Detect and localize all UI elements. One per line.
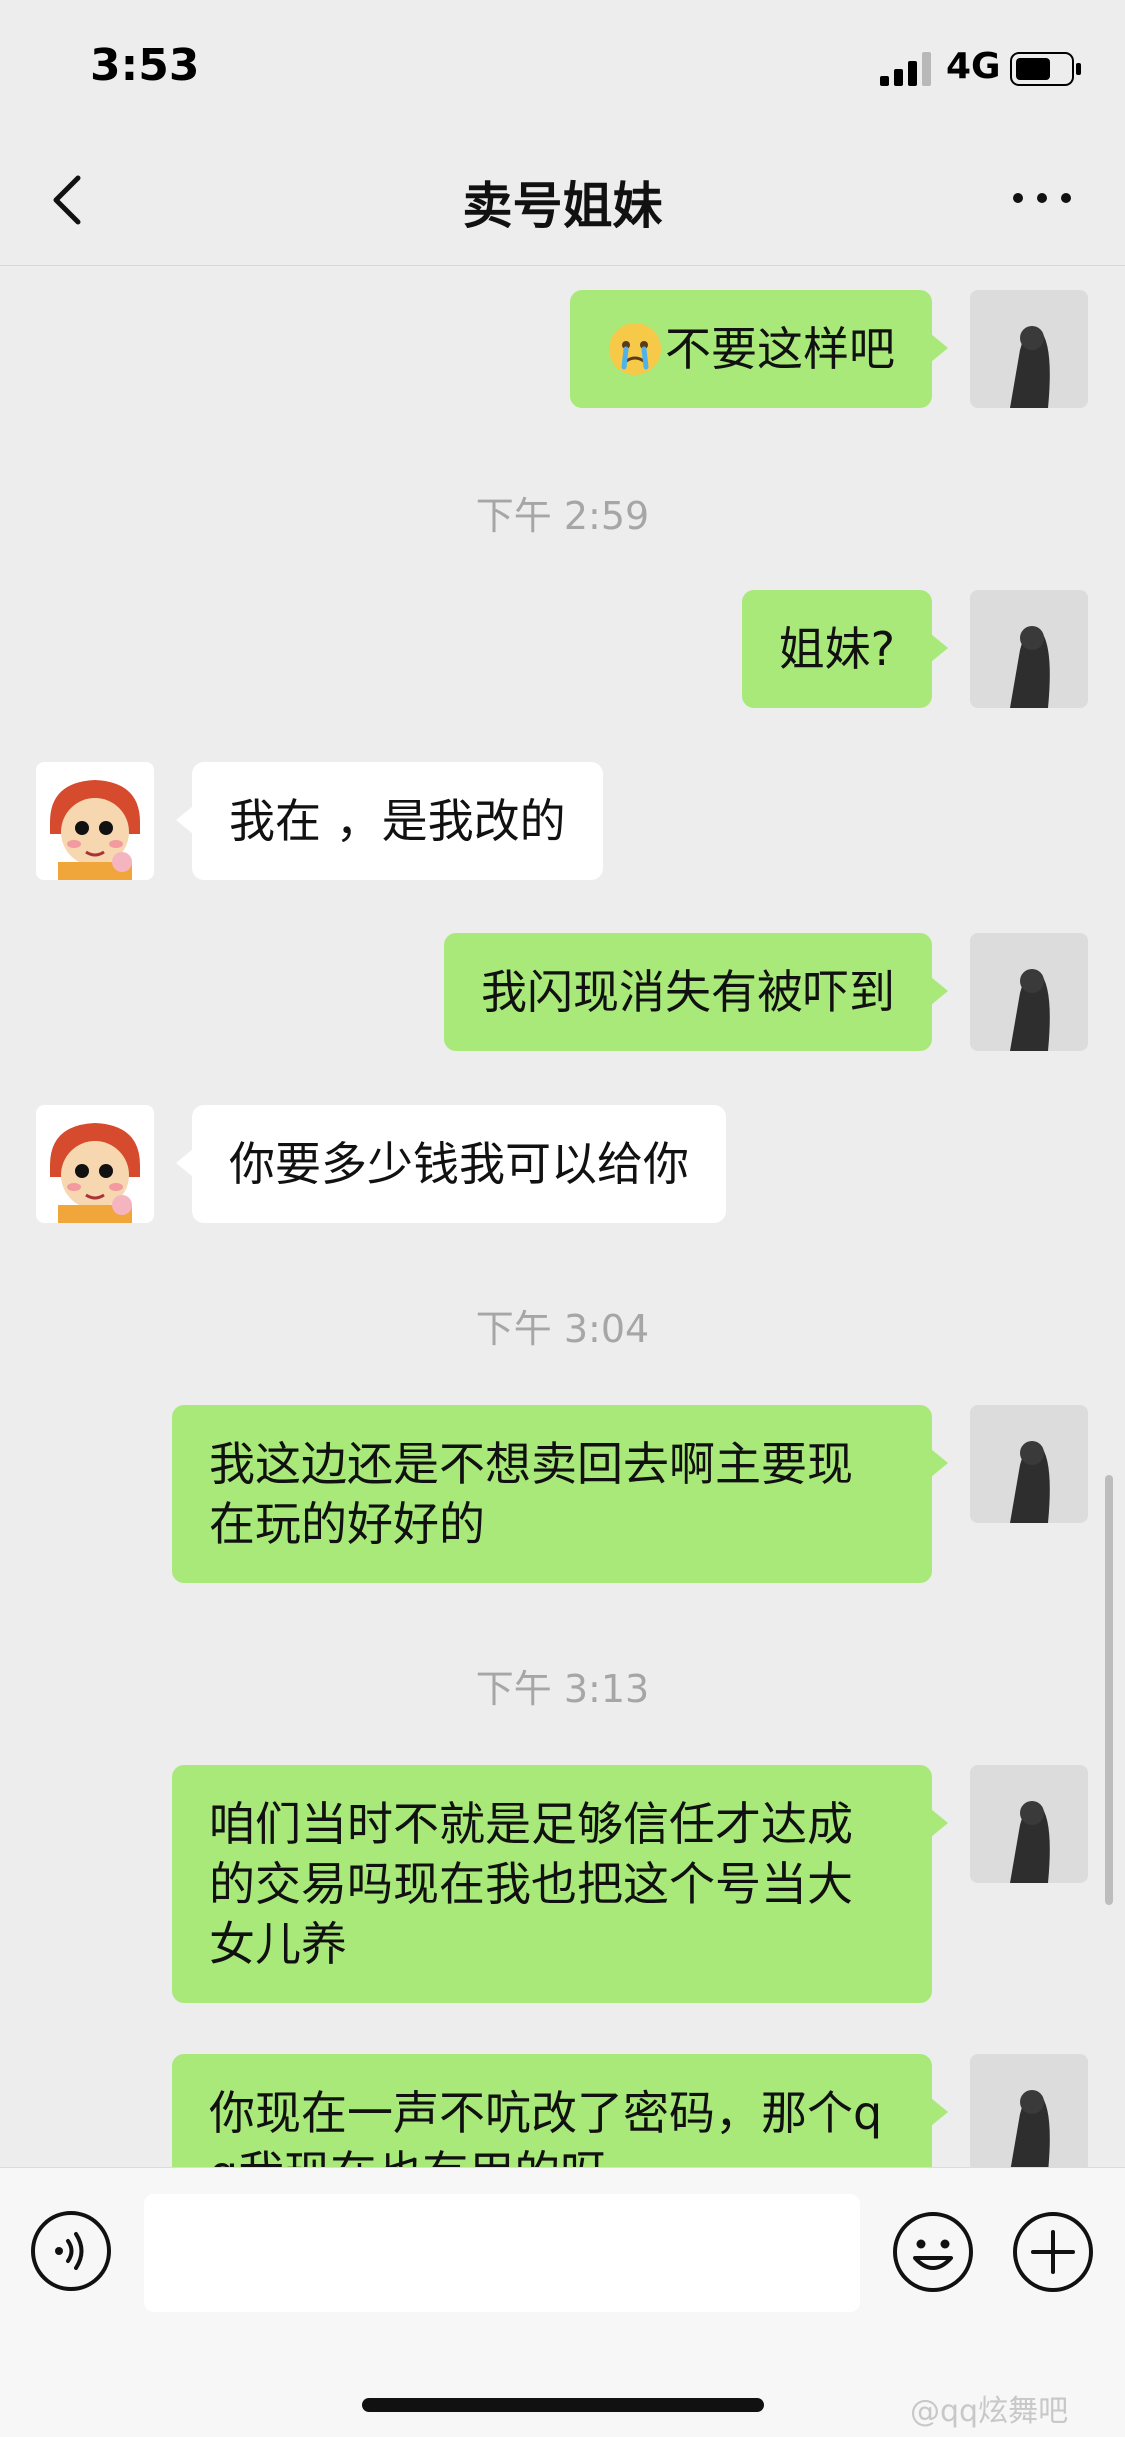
nav-bar: 卖号姐妹 <box>0 140 1125 266</box>
message-text: 你现在一声不吭改了密码，那个qq我现在也有用的呀 <box>209 2086 883 2167</box>
status-time: 3:53 <box>90 40 200 91</box>
contact-avatar[interactable] <box>36 762 154 880</box>
message-bubble-received[interactable]: 你要多少钱我可以给你 <box>176 1105 726 1223</box>
home-indicator[interactable] <box>362 2398 764 2412</box>
status-bar: 3:53 4G <box>0 0 1125 140</box>
my-avatar[interactable] <box>970 290 1088 408</box>
chat-scrollbar[interactable] <box>1105 1475 1113 1905</box>
crying-face-emoji-icon <box>609 323 661 375</box>
message-bubble-sent[interactable]: 姐妹? <box>741 590 949 708</box>
message-bubble-sent[interactable]: 咱们当时不就是足够信任才达成的交易吗现在我也把这个号当大女儿养 <box>172 1765 948 2003</box>
watermark: @qq炫舞吧 <box>910 2394 1069 2429</box>
my-avatar[interactable] <box>970 1405 1088 1523</box>
message-text: 你要多少钱我可以给你 <box>229 1137 689 1191</box>
message-bubble-sent[interactable]: 你现在一声不吭改了密码，那个qq我现在也有用的呀 <box>172 2054 948 2167</box>
message-bubble-received[interactable]: 我在 ，是我改的 <box>176 762 603 880</box>
more-functions-plus-icon[interactable] <box>1011 2210 1095 2294</box>
message-bubble-sent[interactable]: 我这边还是不想卖回去啊主要现在玩的好好的 <box>172 1405 948 1583</box>
message-text: 我这边还是不想卖回去啊主要现在玩的好好的 <box>209 1437 853 1551</box>
contact-avatar[interactable] <box>36 1105 154 1223</box>
my-avatar[interactable] <box>970 933 1088 1051</box>
message-bubble-sent[interactable]: 不要这样吧 <box>570 290 948 408</box>
message-timestamp: 下午 2:59 <box>475 494 650 538</box>
emoji-picker-icon[interactable] <box>891 2210 975 2294</box>
message-text: 咱们当时不就是足够信任才达成的交易吗现在我也把这个号当大女儿养 <box>209 1797 853 1971</box>
chat-title: 卖号姐妹 <box>462 177 663 235</box>
message-input[interactable] <box>144 2194 860 2312</box>
message-bubble-sent[interactable]: 我闪现消失有被吓到 <box>444 933 948 1051</box>
battery-icon <box>1010 52 1081 86</box>
message-text: 姐妹? <box>778 622 895 676</box>
message-text: 我闪现消失有被吓到 <box>481 965 895 1019</box>
my-avatar[interactable] <box>970 590 1088 708</box>
my-avatar[interactable] <box>970 2054 1088 2167</box>
chat-message-list[interactable]: 不要这样吧 下午 2:59 姐妹? 我在 ，是我改的 我闪现消失有被吓到 你要多… <box>0 265 1125 2167</box>
message-text: 我在 ，是我改的 <box>229 794 566 848</box>
message-timestamp: 下午 3:04 <box>475 1307 650 1351</box>
voice-input-icon[interactable] <box>30 2210 112 2292</box>
more-options-icon[interactable] <box>1010 178 1074 218</box>
message-text: 不要这样吧 <box>665 322 895 376</box>
network-type: 4G <box>946 46 1001 87</box>
my-avatar[interactable] <box>970 1765 1088 1883</box>
message-timestamp: 下午 3:13 <box>475 1667 650 1711</box>
cellular-signal-icon <box>880 52 931 86</box>
